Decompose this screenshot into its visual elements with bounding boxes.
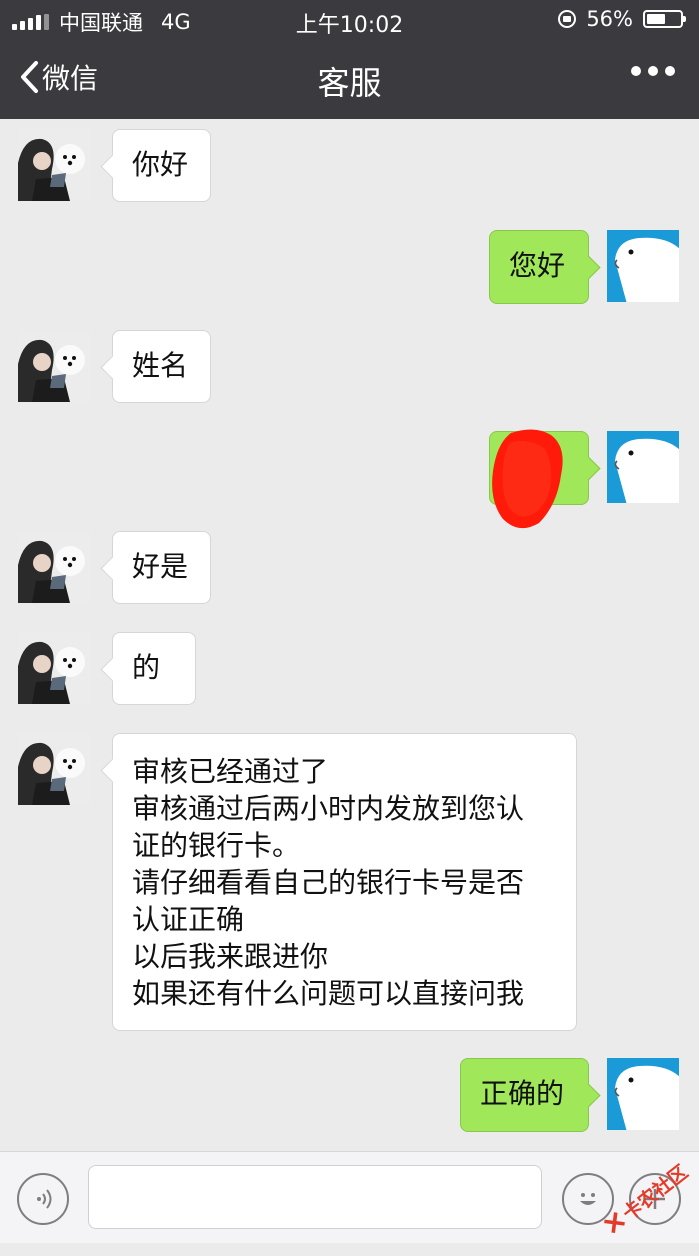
message-input[interactable] (88, 1165, 542, 1229)
message-bubble[interactable]: 姓名 (112, 330, 211, 403)
message-bubble[interactable]: 您好 (489, 230, 589, 304)
message-text-line: 认证正确 (132, 903, 245, 936)
contact-avatar[interactable] (18, 733, 90, 805)
message-text: 的 (132, 651, 161, 684)
chat-title: 客服 (317, 64, 382, 102)
message-bubble[interactable]: 的 (112, 632, 196, 705)
more-dot (631, 66, 641, 76)
contact-avatar[interactable] (18, 531, 90, 603)
contact-avatar[interactable] (18, 632, 90, 704)
voice-icon (37, 1189, 52, 1209)
message-bubble[interactable]: 你好 (112, 129, 211, 202)
message-text: 姓名 (132, 349, 189, 382)
message-text-line: 审核已经通过了 (132, 755, 329, 788)
message-bubble[interactable]: 正确的 (460, 1058, 589, 1132)
redaction-scribble (492, 429, 563, 529)
message-text: 正确的 (480, 1077, 565, 1110)
nav-bar: 微信 客服 (0, 40, 699, 119)
status-bar: 中国联通 4G 上午10:02 56% (0, 0, 699, 40)
message-bubble[interactable]: 好是 (112, 531, 211, 604)
my-avatar[interactable] (607, 431, 679, 503)
battery-percent: 56% (586, 7, 633, 31)
message-text-line: 证的银行卡。 (132, 829, 301, 862)
contact-avatar[interactable] (18, 129, 90, 201)
contact-avatar[interactable] (18, 330, 90, 402)
more-dot (648, 66, 658, 76)
message-text: 你好 (132, 148, 189, 181)
battery-icon (643, 10, 686, 28)
message-text: 好是 (132, 550, 189, 583)
more-dot (665, 66, 675, 76)
more-button[interactable] (631, 66, 675, 76)
message-text-line: 以后我来跟进你 (132, 940, 329, 973)
top-bar: 中国联通 4G 上午10:02 56% 微信 客服 (0, 0, 699, 119)
status-right: 56% (558, 7, 686, 31)
message-text-line: 如果还有什么问题可以直接问我 (132, 977, 525, 1010)
message-text-line: 审核通过后两小时内发放到您认 (132, 792, 525, 825)
my-avatar[interactable] (607, 1058, 679, 1130)
message-text-line: 请仔细看看自己的银行卡号是否 (132, 866, 525, 899)
chat-area[interactable]: 你好 您好 姓名 好是 的 审核已经通过了 审核通过后两小时内发放到您认 证的银… (0, 119, 699, 1151)
message-bubble[interactable]: 审核已经通过了 审核通过后两小时内发放到您认 证的银行卡。 请仔细看看自己的银行… (112, 733, 577, 1031)
rotation-lock-icon (558, 10, 577, 28)
message-text: 您好 (509, 249, 566, 282)
voice-button[interactable] (17, 1173, 69, 1225)
my-avatar[interactable] (607, 230, 679, 302)
